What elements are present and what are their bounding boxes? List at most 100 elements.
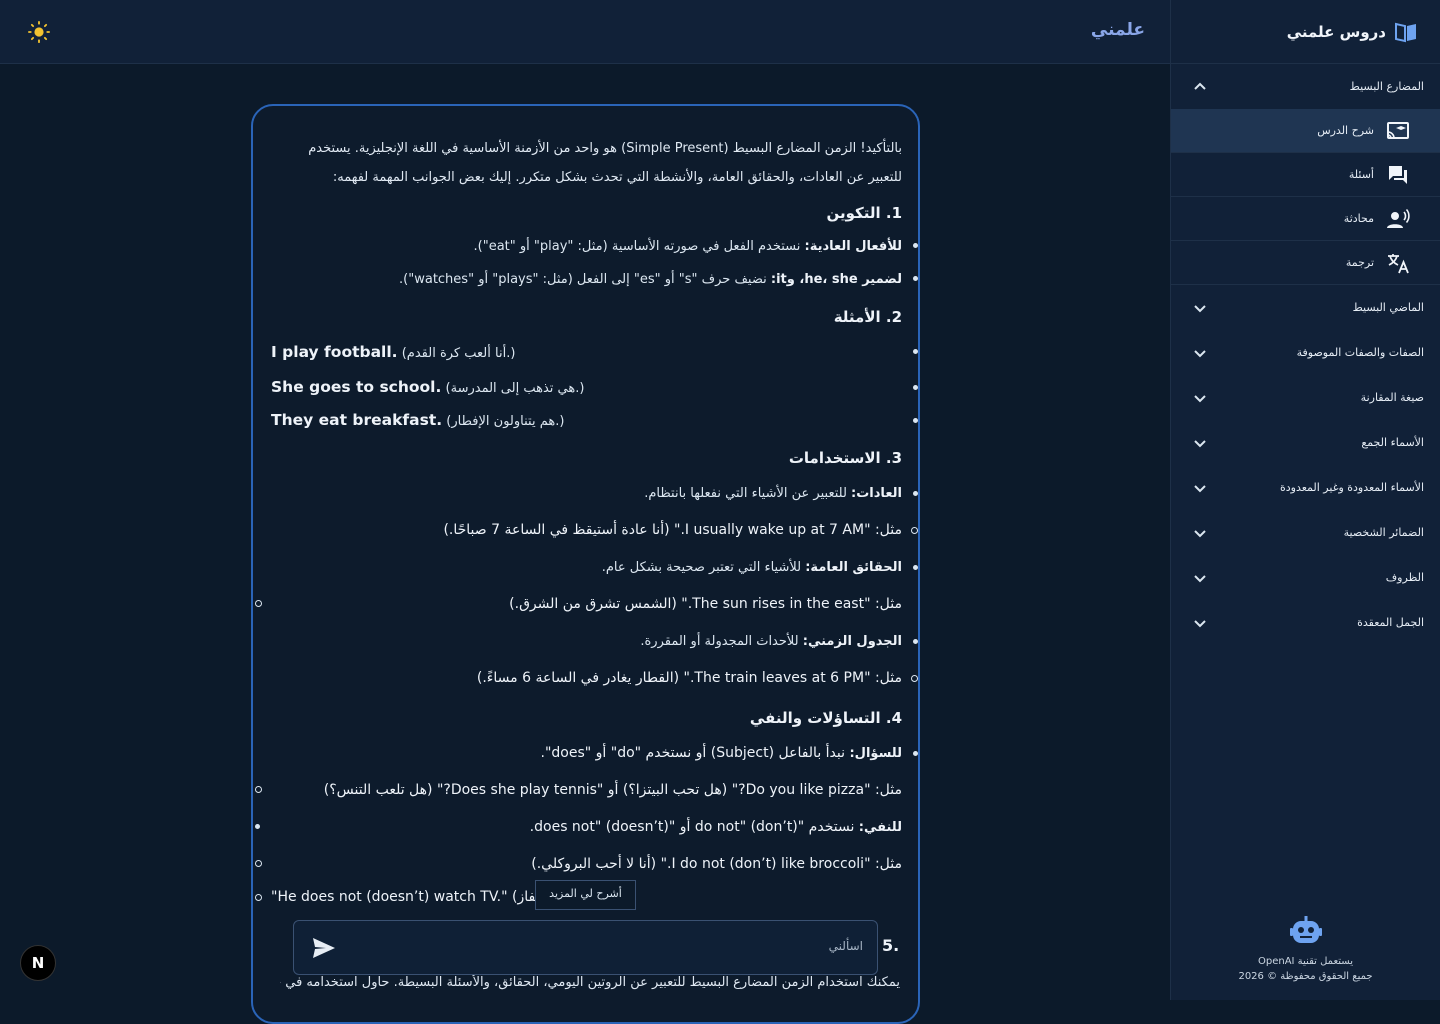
section-label: الماضي البسيط — [1352, 301, 1424, 314]
input-placeholder: اسألني — [828, 939, 863, 953]
section-label: الجمل المعقدة — [1357, 616, 1424, 629]
copyright-text: جميع الحقوق محفوظة © 2026 — [1238, 971, 1373, 982]
list-item: العادات: للتعبير عن الأشياء التي نفعلها … — [271, 475, 918, 512]
item-bold: للأفعال العادية: — [804, 239, 902, 254]
sidebar-section-comparatives[interactable]: صيغة المقارنة — [1171, 375, 1440, 420]
item-label: أسئلة — [1348, 168, 1374, 181]
chevron-up-icon — [1194, 82, 1206, 90]
sidebar: دروس علمني المضارع البسيط شرح الدرس أسئل… — [1170, 0, 1440, 1000]
example-en: They eat breakfast. — [271, 411, 443, 429]
sidebar-section-adverbs[interactable]: الظروف — [1171, 555, 1440, 600]
heading-questions-negation: 4. التساؤلات والنفي — [749, 709, 902, 727]
example-text: مثل: "The train leaves at 6 PM." (القطار… — [476, 670, 902, 686]
sidebar-item-lesson-explanation[interactable]: شرح الدرس — [1171, 109, 1440, 153]
sun-icon[interactable] — [28, 21, 50, 43]
sidebar-item-translation[interactable]: ترجمة — [1171, 241, 1440, 285]
section-label: صيغة المقارنة — [1360, 391, 1424, 404]
item-text: للأشياء التي تعتبر صحيحة بشكل عام. — [601, 560, 806, 575]
explain-more-tooltip[interactable]: أشرح لي المزيد — [535, 880, 636, 910]
sidebar-section-plurals[interactable]: الأسماء الجمع — [1171, 420, 1440, 465]
chevron-down-icon — [1194, 484, 1206, 492]
item-bold: الجدول الزمني: — [802, 634, 902, 649]
heading-formation: 1. التكوين — [826, 204, 902, 222]
sidebar-section-simple-present[interactable]: المضارع البسيط — [1171, 64, 1440, 109]
item-text: للتعبير عن الأشياء التي نفعلها بانتظام. — [644, 486, 852, 501]
list-item: مثل: "I do not (don’t) like broccoli." (… — [255, 846, 902, 883]
n-badge-icon[interactable]: N — [20, 945, 56, 981]
intro-paragraph: بالتأكيد! الزمن المضارع البسيط (Simple P… — [308, 141, 902, 185]
example-ar: (هي تذهب إلى المدرسة.) — [445, 381, 585, 396]
item-text: نبدأ بالفاعل (Subject) أو نستخدم "do" أو… — [540, 745, 850, 761]
example-ar: (هم يتناولون الإفطار.) — [446, 414, 565, 429]
list-item: للنفي: نستخدم "do not" (don’t) أو "does … — [255, 809, 902, 846]
section-label: الصفات والصفات الموصوفة — [1296, 346, 1424, 359]
item-text: نستخدم "do not" (don’t) أو "does not" (d… — [529, 819, 859, 835]
chat-bubbles-icon — [1389, 165, 1407, 184]
sidebar-section-countable[interactable]: الأسماء المعدودة وغير المعدودة — [1171, 465, 1440, 510]
example-text: مثل: "Do you like pizza?" (هل تحب البيتز… — [323, 782, 902, 798]
sidebar-section-simple-past[interactable]: الماضي البسيط — [1171, 285, 1440, 330]
sidebar-section-complex-sentences[interactable]: الجمل المعقدة — [1171, 600, 1440, 645]
list-item: مثل: "Do you like pizza?" (هل تحب البيتز… — [255, 772, 902, 809]
item-label: محادثة — [1343, 212, 1374, 225]
example-text: مثل: "I usually wake up at 7 AM." (أنا ع… — [443, 522, 902, 538]
section-label: الأسماء المعدودة وغير المعدودة — [1279, 481, 1424, 494]
chevron-down-icon — [1194, 619, 1206, 627]
translate-icon — [1388, 253, 1409, 273]
chevron-down-icon — [1194, 574, 1206, 582]
sidebar-section-pronouns[interactable]: الضمائر الشخصية — [1171, 510, 1440, 555]
sidebar-title: دروس علمني — [1286, 22, 1386, 41]
example-text: مثل: "I do not (don’t) like broccoli." (… — [531, 856, 902, 872]
list-item: للسؤال: نبدأ بالفاعل (Subject) أو نستخدم… — [271, 735, 918, 772]
powered-by-text: يستعمل تقنية OpenAI — [1258, 956, 1353, 967]
sidebar-item-conversation[interactable]: محادثة — [1171, 197, 1440, 241]
sidebar-footer: يستعمل تقنية OpenAI جميع الحقوق محفوظة ©… — [1171, 916, 1440, 982]
example-text: مثل: "The sun rises in the east." (الشمس… — [509, 596, 902, 612]
top-bar: علمني — [0, 0, 1170, 64]
section-label: الأسماء الجمع — [1361, 436, 1424, 449]
section-label: الظروف — [1385, 571, 1424, 584]
sidebar-header: دروس علمني — [1171, 0, 1440, 64]
item-text: نستخدم الفعل في صورته الأساسية (مثل: "pl… — [473, 239, 805, 254]
chat-input[interactable]: اسألني — [293, 920, 878, 975]
summary-line: يمكنك استخدام الزمن المضارع البسيط للتعب… — [280, 975, 900, 990]
section-label: الضمائر الشخصية — [1343, 526, 1424, 539]
heading-examples: 2. الأمثلة — [833, 308, 902, 326]
list-item: She goes to school. (هي تذهب إلى المدرسة… — [271, 371, 918, 404]
item-bold: للسؤال: — [849, 746, 902, 761]
item-text: للأحداث المجدولة أو المقررة. — [640, 634, 803, 649]
list-item: مثل: "The train leaves at 6 PM." (القطار… — [271, 660, 918, 697]
list-item: They eat breakfast. (هم يتناولون الإفطار… — [271, 404, 918, 437]
chevron-down-icon — [1194, 394, 1206, 402]
item-bold: لضمير he، she، وit: — [770, 272, 902, 287]
item-bold: الحقائق العامة: — [805, 560, 902, 575]
list-item: الحقائق العامة: للأشياء التي تعتبر صحيحة… — [271, 549, 918, 586]
list-item: مثل: "The sun rises in the east." (الشمس… — [255, 586, 902, 623]
chevron-down-icon — [1194, 304, 1206, 312]
list-item: I play football. (أنا ألعب كرة القدم.) — [271, 334, 918, 371]
chevron-down-icon — [1194, 529, 1206, 537]
list-item: للأفعال العادية: نستخدم الفعل في صورته ا… — [271, 230, 918, 263]
cast-for-education-icon — [1387, 121, 1409, 139]
robot-icon — [1289, 916, 1322, 943]
example-ar: (أنا ألعب كرة القدم.) — [401, 346, 516, 361]
item-text: نضيف حرف "s" أو "es" إلى الفعل (مثل: "pl… — [399, 272, 771, 287]
chevron-down-icon — [1194, 439, 1206, 447]
heading-5: 5. — [882, 936, 900, 955]
app-brand[interactable]: علمني — [1091, 20, 1145, 40]
item-label: شرح الدرس — [1317, 124, 1374, 137]
example-en: She goes to school. — [271, 378, 442, 396]
heading-uses: 3. الاستخدامات — [788, 449, 902, 467]
send-icon[interactable] — [312, 937, 336, 959]
item-label: ترجمة — [1345, 256, 1374, 269]
example-en: I play football. — [271, 343, 398, 361]
book-icon — [1395, 22, 1416, 42]
sidebar-item-questions[interactable]: أسئلة — [1171, 153, 1440, 197]
list-item: الجدول الزمني: للأحداث المجدولة أو المقر… — [271, 623, 918, 660]
section-label: المضارع البسيط — [1349, 80, 1424, 93]
list-item: لضمير he، she، وit: نضيف حرف "s" أو "es"… — [271, 263, 918, 296]
chevron-down-icon — [1194, 349, 1206, 357]
item-bold: العادات: — [851, 486, 902, 501]
sidebar-section-adjectives[interactable]: الصفات والصفات الموصوفة — [1171, 330, 1440, 375]
voice-person-icon — [1387, 208, 1410, 228]
